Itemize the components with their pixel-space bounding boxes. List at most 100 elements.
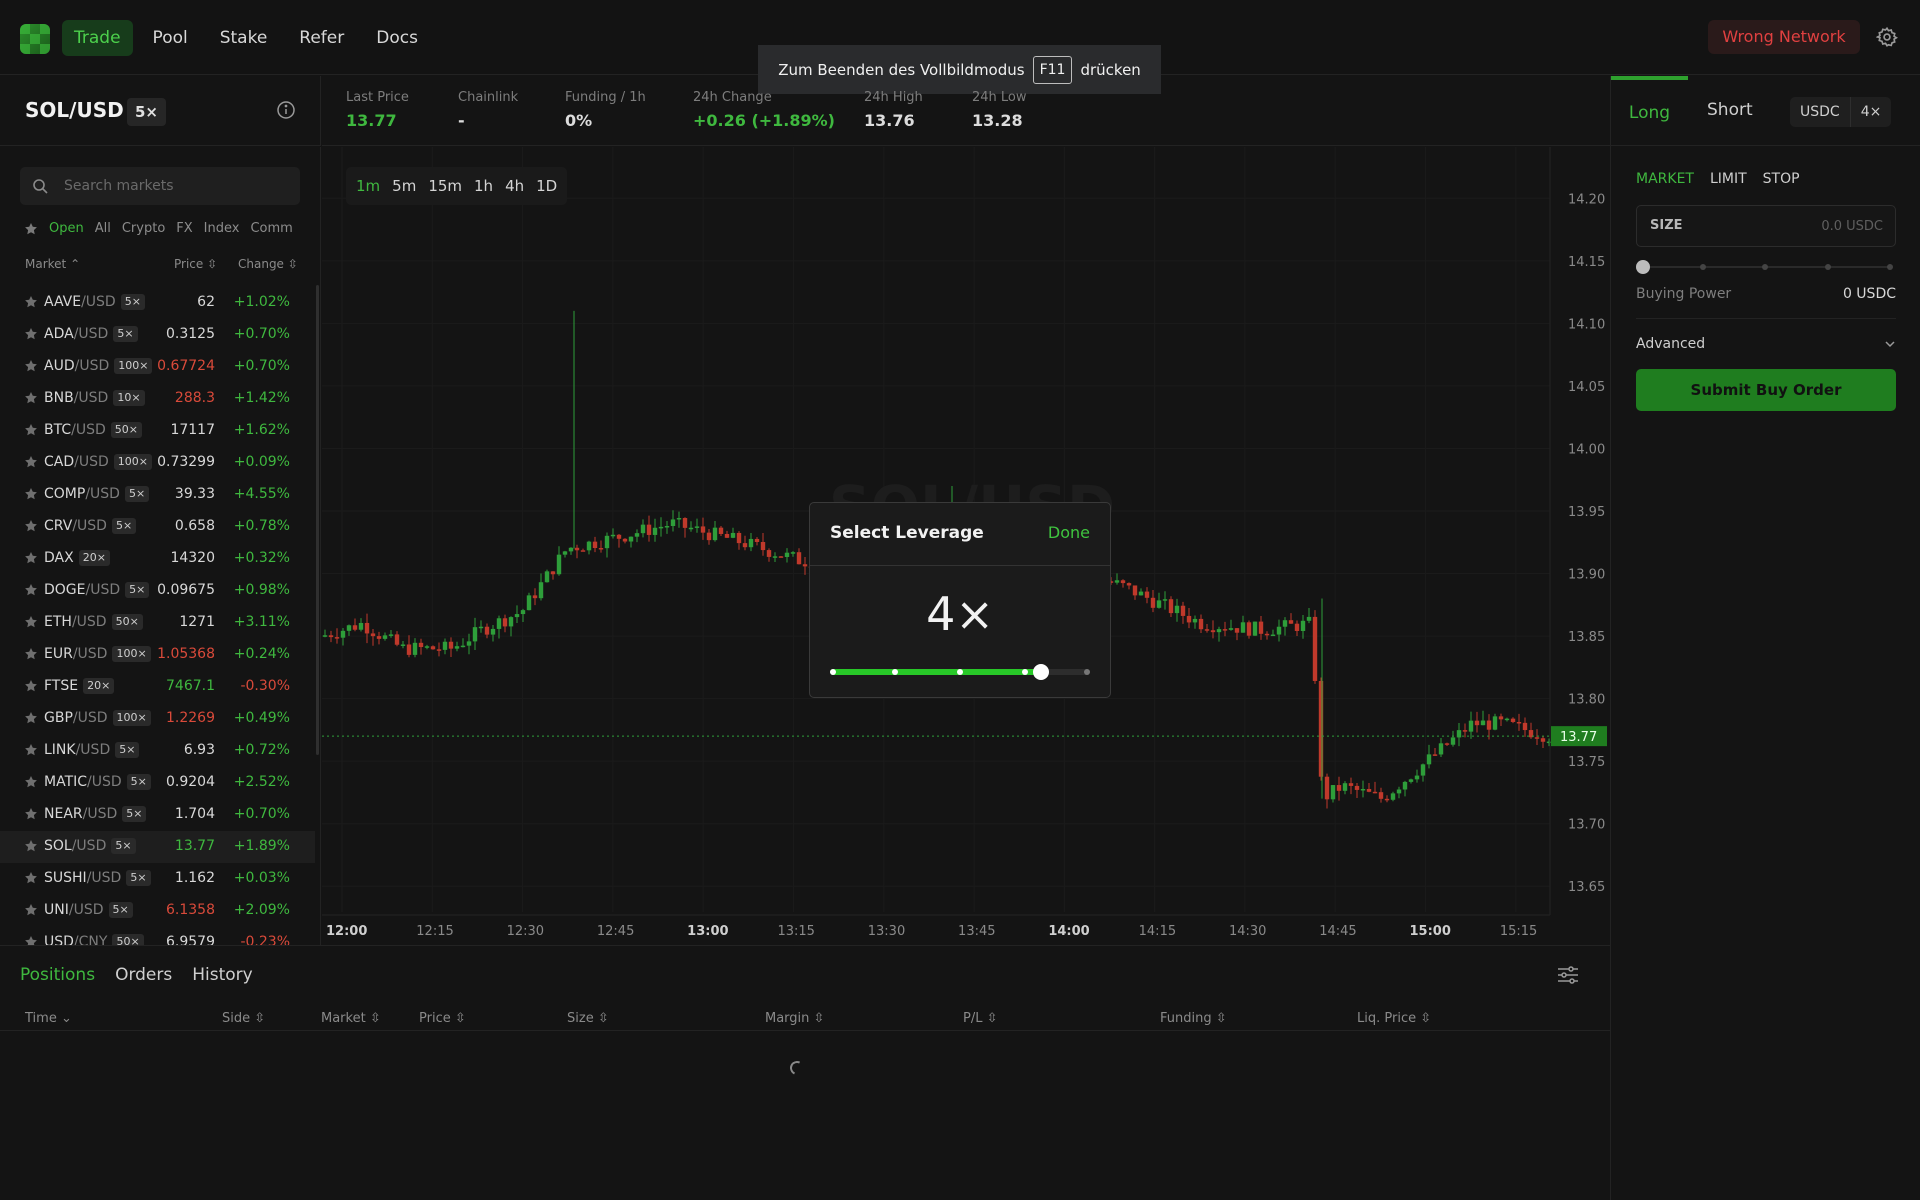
filter-crypto[interactable]: Crypto <box>122 221 165 236</box>
star-icon[interactable] <box>24 903 38 917</box>
star-icon[interactable] <box>24 647 38 661</box>
size-slider-step[interactable] <box>1699 264 1706 270</box>
done-button[interactable]: Done <box>1048 523 1090 542</box>
leverage-slider-step[interactable] <box>957 669 963 675</box>
info-icon[interactable] <box>276 100 296 120</box>
star-icon[interactable] <box>24 327 38 341</box>
star-icon[interactable] <box>24 519 38 533</box>
nav-pool[interactable]: Pool <box>141 20 200 56</box>
col-market[interactable]: Market ⌃ <box>25 257 80 271</box>
col-liq-price[interactable]: Liq. Price ⇳ <box>1357 1011 1431 1026</box>
leverage-slider-step[interactable] <box>1022 669 1028 675</box>
col-size[interactable]: Size ⇳ <box>567 1011 609 1026</box>
market-row[interactable]: DOGE/USD 5× 0.09675 +0.98% <box>0 575 315 607</box>
size-slider-handle[interactable] <box>1636 260 1650 274</box>
app-logo[interactable] <box>20 24 50 54</box>
wrong-network-button[interactable]: Wrong Network <box>1708 20 1860 54</box>
nav-docs[interactable]: Docs <box>364 20 430 56</box>
leverage-slider-step[interactable] <box>830 669 836 675</box>
size-slider-step[interactable] <box>1887 264 1893 270</box>
nav-trade[interactable]: Trade <box>62 20 133 56</box>
tab-short[interactable]: Short <box>1707 100 1753 120</box>
tf-5m[interactable]: 5m <box>392 177 416 195</box>
star-icon[interactable] <box>24 743 38 757</box>
tab-long[interactable]: Long <box>1611 76 1688 146</box>
size-slider-step[interactable] <box>1762 264 1768 270</box>
star-icon[interactable] <box>24 615 38 629</box>
col-pnl[interactable]: P/L ⇳ <box>963 1011 998 1026</box>
leverage-slider-step[interactable] <box>1084 669 1090 675</box>
col-funding[interactable]: Funding ⇳ <box>1160 1011 1227 1026</box>
collateral-select[interactable]: USDC <box>1790 97 1850 127</box>
tf-1h[interactable]: 1h <box>474 177 493 195</box>
market-row[interactable]: GBP/USD 100× 1.2269 +0.49% <box>0 703 315 735</box>
col-market-pos[interactable]: Market ⇳ <box>321 1011 381 1026</box>
star-icon[interactable] <box>24 935 38 945</box>
col-time[interactable]: Time ⌄ <box>25 1011 72 1026</box>
gear-icon[interactable] <box>1876 26 1898 48</box>
col-price[interactable]: Price ⇳ <box>174 257 217 271</box>
filter-index[interactable]: Index <box>204 221 240 236</box>
market-row[interactable]: SOL/USD 5× 13.77 +1.89% <box>0 831 315 863</box>
filter-open[interactable]: Open <box>49 221 84 236</box>
star-icon[interactable] <box>24 423 38 437</box>
star-icon[interactable] <box>24 711 38 725</box>
markets-scrollbar[interactable] <box>316 285 319 755</box>
market-row[interactable]: NEAR/USD 5× 1.704 +0.70% <box>0 799 315 831</box>
tab-orders[interactable]: Orders <box>115 965 172 985</box>
favorites-star-icon[interactable] <box>24 222 38 236</box>
star-icon[interactable] <box>24 807 38 821</box>
market-row[interactable]: UNI/USD 5× 6.1358 +2.09% <box>0 895 315 927</box>
market-row[interactable]: USD/CNY 50× 6.9579 -0.23% <box>0 927 315 945</box>
star-icon[interactable] <box>24 871 38 885</box>
market-row[interactable]: DAX 20× 14320 +0.32% <box>0 543 315 575</box>
star-icon[interactable] <box>24 295 38 309</box>
size-slider-step[interactable] <box>1824 264 1831 270</box>
sliders-icon[interactable] <box>1557 965 1579 985</box>
star-icon[interactable] <box>24 487 38 501</box>
star-icon[interactable] <box>24 455 38 469</box>
col-change[interactable]: Change ⇳ <box>238 257 298 271</box>
star-icon[interactable] <box>24 839 38 853</box>
market-row[interactable]: ADA/USD 5× 0.3125 +0.70% <box>0 319 315 351</box>
order-type-limit[interactable]: LIMIT <box>1710 171 1747 187</box>
col-price-pos[interactable]: Price ⇳ <box>419 1011 466 1026</box>
col-margin[interactable]: Margin ⇳ <box>765 1011 824 1026</box>
search-input[interactable] <box>64 167 284 205</box>
star-icon[interactable] <box>24 359 38 373</box>
star-icon[interactable] <box>24 583 38 597</box>
market-row[interactable]: LINK/USD 5× 6.93 +0.72% <box>0 735 315 767</box>
leverage-slider[interactable] <box>830 664 1090 680</box>
market-row[interactable]: ETH/USD 50× 1271 +3.11% <box>0 607 315 639</box>
leverage-slider-step[interactable] <box>892 669 898 675</box>
leverage-select[interactable]: 4× <box>1849 97 1892 127</box>
market-row[interactable]: SUSHI/USD 5× 1.162 +0.03% <box>0 863 315 895</box>
market-row[interactable]: BNB/USD 10× 288.3 +1.42% <box>0 383 315 415</box>
star-icon[interactable] <box>24 391 38 405</box>
star-icon[interactable] <box>24 775 38 789</box>
order-type-market[interactable]: MARKET <box>1636 171 1694 187</box>
market-row[interactable]: BTC/USD 50× 17117 +1.62% <box>0 415 315 447</box>
order-type-stop[interactable]: STOP <box>1763 171 1800 187</box>
size-input[interactable] <box>1733 206 1883 246</box>
star-icon[interactable] <box>24 551 38 565</box>
size-slider[interactable] <box>1636 260 1896 274</box>
filter-fx[interactable]: FX <box>176 221 192 236</box>
leverage-slider-handle[interactable] <box>1033 664 1050 680</box>
submit-buy-order-button[interactable]: Submit Buy Order <box>1636 369 1896 411</box>
market-row[interactable]: EUR/USD 100× 1.05368 +0.24% <box>0 639 315 671</box>
market-row[interactable]: AAVE/USD 5× 62 +1.02% <box>0 287 315 319</box>
tf-1m[interactable]: 1m <box>356 177 380 195</box>
advanced-toggle[interactable]: Advanced <box>1636 336 1896 352</box>
market-row[interactable]: CAD/USD 100× 0.73299 +0.09% <box>0 447 315 479</box>
nav-stake[interactable]: Stake <box>208 20 280 56</box>
market-row[interactable]: AUD/USD 100× 0.67724 +0.70% <box>0 351 315 383</box>
market-row[interactable]: FTSE 20× 7467.1 -0.30% <box>0 671 315 703</box>
market-row[interactable]: MATIC/USD 5× 0.9204 +2.52% <box>0 767 315 799</box>
tab-positions[interactable]: Positions <box>20 965 95 985</box>
market-row[interactable]: COMP/USD 5× 39.33 +4.55% <box>0 479 315 511</box>
filter-all[interactable]: All <box>95 221 111 236</box>
tf-4h[interactable]: 4h <box>505 177 524 195</box>
col-side[interactable]: Side ⇳ <box>222 1011 265 1026</box>
star-icon[interactable] <box>24 679 38 693</box>
